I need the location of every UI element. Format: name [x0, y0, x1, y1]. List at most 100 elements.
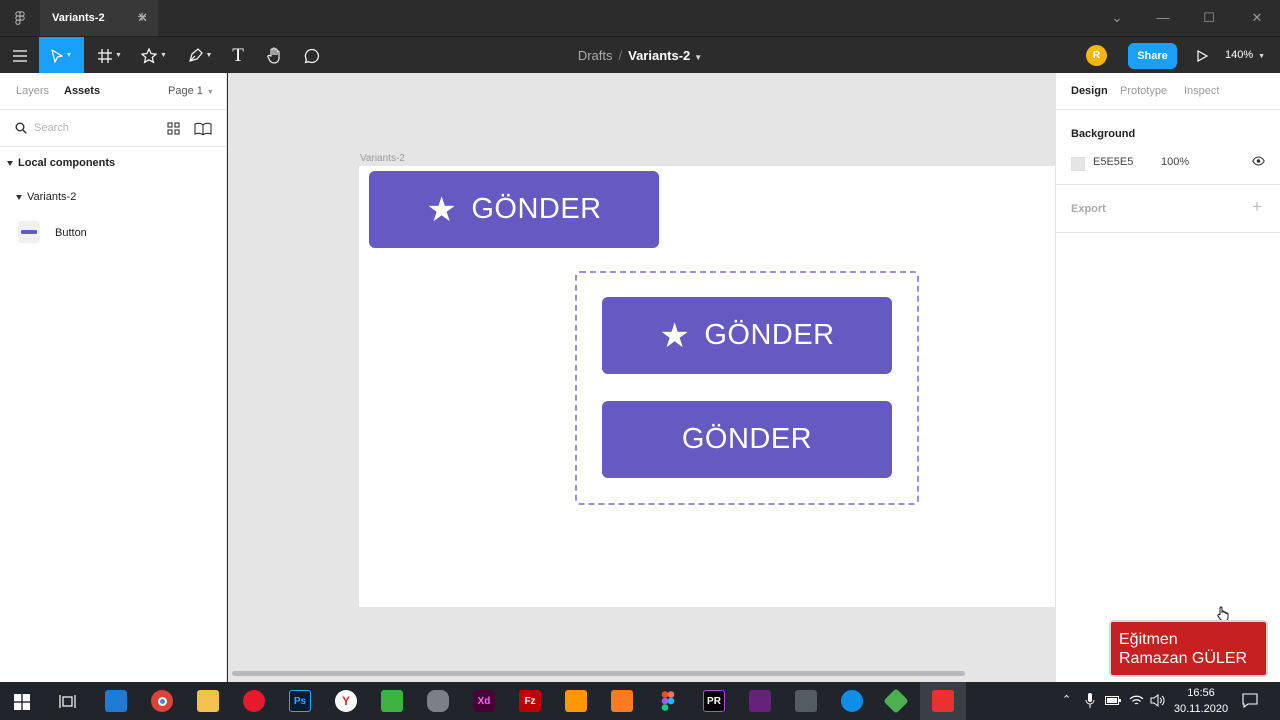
comment-tool-button[interactable] [301, 37, 323, 74]
file-explorer-icon[interactable] [197, 690, 219, 712]
tab-layers[interactable]: Layers [16, 73, 49, 110]
button-component-thumbnail[interactable] [18, 221, 40, 243]
chrome-icon[interactable] [151, 690, 173, 712]
battery-icon[interactable] [1105, 696, 1121, 705]
button-variant-with-icon[interactable]: ★ GÖNDER [602, 297, 892, 374]
export-section: Export + [1056, 185, 1280, 233]
avatar[interactable]: R [1086, 45, 1107, 66]
watermark-line-2: Ramazan GÜLER [1119, 650, 1248, 667]
pen-tool-button[interactable]: ▼ [182, 37, 218, 74]
eye-icon[interactable] [1252, 156, 1265, 166]
tab-assets[interactable]: Assets [64, 73, 100, 110]
visual-studio-icon[interactable] [749, 690, 771, 712]
filezilla-icon[interactable]: Fz [519, 690, 541, 712]
menu-icon [13, 49, 27, 62]
local-components-header[interactable]: Local components [7, 157, 115, 169]
tab-inspect[interactable]: Inspect [1184, 73, 1219, 110]
wifi-icon[interactable] [1129, 693, 1144, 707]
background-opacity-input[interactable]: 100% [1161, 156, 1189, 168]
new-tab-icon[interactable]: + [132, 0, 152, 36]
chevron-down-icon: ▼ [1258, 53, 1266, 60]
frame-tool-button[interactable]: ▼ [92, 37, 128, 74]
hand-tool-icon [267, 47, 280, 64]
figma-taskbar-logo [661, 691, 675, 711]
clock-time: 16:56 [1187, 687, 1215, 699]
button-label: GÖNDER [471, 193, 602, 225]
notifications-icon[interactable] [1242, 693, 1258, 708]
chevron-down-icon: ▼ [206, 89, 214, 96]
xampp-icon[interactable] [611, 690, 633, 712]
horizontal-scrollbar[interactable] [232, 671, 965, 676]
toolbar: ▼ ▼ ▼ ▼ T Drafts / Variants-2 ▼ R Share 140… [0, 36, 1280, 74]
grid-view-icon[interactable] [167, 122, 180, 135]
chevron-up-icon[interactable]: ⌃ [1062, 693, 1071, 706]
vscode-icon[interactable] [105, 690, 127, 712]
present-button[interactable] [1192, 37, 1212, 74]
page-selector[interactable]: Page 1 ▼ [168, 73, 214, 111]
file-name-menu[interactable]: Variants-2 [628, 48, 690, 63]
photoshop-icon[interactable]: Ps [289, 690, 311, 712]
caret-down-icon [7, 160, 13, 166]
title-bar: Variants-2 ✕ + ⌄ — ☐ ✕ [0, 0, 1280, 36]
export-title: Export [1071, 203, 1106, 215]
shape-tool-icon [141, 47, 158, 63]
shape-tool-button[interactable]: ▼ [136, 37, 172, 74]
chevron-down-icon[interactable]: ▼ [694, 53, 702, 62]
search-input[interactable]: Search [34, 110, 69, 147]
frame-label[interactable]: Variants-2 [360, 153, 405, 164]
comment-tool-icon [304, 48, 320, 63]
add-export-icon[interactable]: + [1252, 197, 1262, 217]
button-label: GÖNDER [681, 423, 813, 455]
camtasia-active-icon[interactable] [932, 690, 954, 712]
tab-prototype[interactable]: Prototype [1120, 73, 1167, 110]
breadcrumb-separator: / [618, 48, 623, 63]
microphone-icon[interactable] [1085, 693, 1095, 708]
figma-logo-icon[interactable] [14, 11, 26, 26]
sublime-text-icon[interactable] [565, 690, 587, 712]
background-hex-input[interactable]: E5E5E5 [1093, 156, 1133, 168]
zoom-menu[interactable]: 140% ▼ [1225, 37, 1265, 74]
phpstorm-icon[interactable]: PR [703, 690, 725, 712]
zoom-level: 140% [1225, 49, 1254, 61]
maximize-button[interactable]: ☐ [1186, 0, 1232, 36]
button-component-instance[interactable]: ★ GÖNDER [369, 171, 659, 248]
breadcrumb-drafts-link[interactable]: Drafts [578, 48, 613, 63]
adobe-xd-icon[interactable]: Xd [473, 690, 495, 712]
canvas[interactable]: Variants-2 ★ GÖNDER ★ GÖNDER GÖNDER [228, 73, 1055, 682]
chevron-down-icon: ▼ [205, 52, 213, 59]
minimize-button[interactable]: — [1140, 0, 1186, 36]
main-menu-button[interactable] [8, 37, 32, 74]
recorder-icon[interactable] [427, 690, 449, 712]
windows-start-icon[interactable] [14, 694, 30, 710]
figma-icon[interactable] [657, 690, 679, 712]
git-icon[interactable] [883, 688, 909, 714]
task-view-icon[interactable] [59, 694, 76, 709]
text-tool-button[interactable]: T [227, 37, 249, 74]
local-components-label: Local components [18, 157, 116, 169]
component-group-variants-2[interactable]: Variants-2 [16, 191, 76, 203]
left-panel: Layers Assets Page 1 ▼ Search Local compo… [0, 73, 227, 682]
component-button-label[interactable]: Button [55, 227, 87, 239]
chevron-down-icon: ▼ [65, 52, 73, 59]
background-color-swatch[interactable] [1071, 157, 1085, 171]
opera-icon[interactable] [243, 690, 265, 712]
share-button[interactable]: Share [1128, 43, 1177, 69]
page-selector-label: Page 1 [168, 85, 203, 97]
volume-icon[interactable] [1150, 694, 1165, 707]
calculator-icon[interactable] [795, 690, 817, 712]
tab-design[interactable]: Design [1071, 73, 1108, 110]
window-dropdown-icon[interactable]: ⌄ [1094, 0, 1140, 36]
teamviewer-icon[interactable] [841, 690, 863, 712]
right-panel-tabs: Design Prototype Inspect [1056, 73, 1280, 110]
close-window-button[interactable]: ✕ [1234, 0, 1280, 36]
chrome-center [157, 696, 167, 706]
hand-tool-button[interactable] [264, 37, 286, 74]
team-library-icon[interactable] [194, 122, 212, 135]
search-icon [15, 122, 27, 134]
button-variant-no-icon[interactable]: GÖNDER [602, 401, 892, 478]
camtasia-icon[interactable] [381, 690, 403, 712]
yandex-icon[interactable]: Y [335, 690, 357, 712]
asset-search[interactable]: Search [0, 110, 226, 147]
move-tool-button[interactable]: ▼ [39, 37, 84, 74]
system-clock[interactable]: 16:56 30.11.2020 [1166, 685, 1236, 717]
